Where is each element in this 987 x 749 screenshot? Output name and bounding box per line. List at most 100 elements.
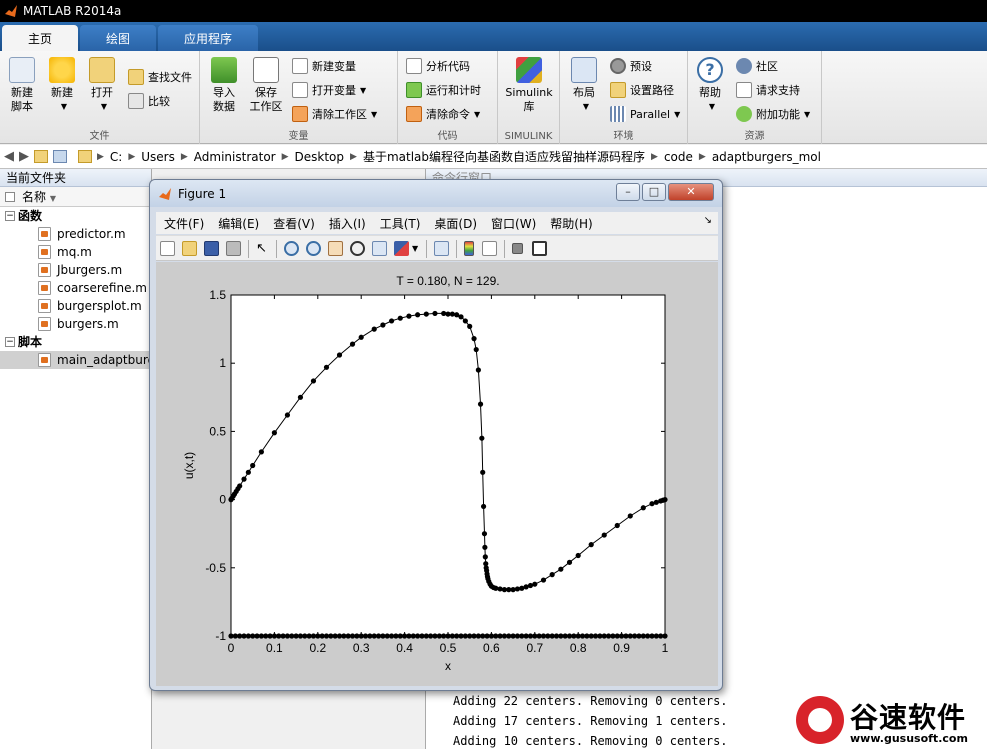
name-column-header[interactable]: 名称 ▼ (0, 187, 151, 207)
simulink-library-button[interactable]: Simulink 库 (504, 57, 554, 114)
colorbar-icon[interactable] (464, 241, 474, 256)
path-separator-icon[interactable]: ▶ (699, 152, 706, 162)
list-item[interactable]: burgers.m (0, 315, 151, 333)
new-script-button[interactable]: 新建 脚本 (0, 57, 44, 114)
list-item[interactable]: mq.m (0, 243, 151, 261)
path-separator-icon[interactable]: ▶ (181, 152, 188, 162)
toolbar-separator (248, 240, 249, 258)
forward-arrow-icon[interactable]: ▶ (19, 149, 29, 164)
menu-edit[interactable]: 编辑(E) (218, 215, 259, 232)
pointer-icon[interactable]: ↖ (254, 241, 269, 256)
list-item[interactable]: main_adaptburgers.m (0, 351, 189, 369)
legend-icon[interactable] (482, 241, 497, 256)
hide-plot-tools-icon[interactable] (512, 243, 523, 254)
dock-arrow-icon[interactable]: ↘ (704, 215, 712, 226)
addons-dropdown-icon[interactable]: ▼ (804, 110, 810, 119)
zoom-out-icon[interactable] (306, 241, 321, 256)
solution-point (480, 469, 486, 475)
section-scripts[interactable]: − 脚本 (0, 333, 151, 351)
menu-help[interactable]: 帮助(H) (550, 215, 592, 232)
parallel-button[interactable]: Parallel ▼ (610, 104, 680, 124)
save-workspace-button[interactable]: 保存 工作区 (244, 57, 288, 114)
open-file-icon[interactable] (182, 241, 197, 256)
address-bar[interactable]: ◀ ▶ ▶ C: ▶ Users ▶ Administrator ▶ Deskt… (0, 145, 987, 169)
path-separator-icon[interactable]: ▶ (128, 152, 135, 162)
minimize-button[interactable]: – (616, 183, 640, 201)
menu-tools[interactable]: 工具(T) (380, 215, 421, 232)
path-separator-icon[interactable]: ▶ (651, 152, 658, 162)
path-separator-icon[interactable]: ▶ (97, 152, 104, 162)
new-button[interactable]: 新建 ▼ (40, 57, 84, 114)
menu-window[interactable]: 窗口(W) (491, 215, 536, 232)
request-support-button[interactable]: 请求支持 (736, 80, 800, 100)
clear-commands-button[interactable]: 清除命令 ▼ (406, 104, 480, 124)
addons-button[interactable]: 附加功能 ▼ (736, 104, 810, 124)
current-folder-panel: 当前文件夹 名称 ▼ − 函数 predictor.m mq.m Jburger… (0, 169, 189, 749)
pan-hand-icon[interactable] (328, 241, 343, 256)
link-plot-icon[interactable] (434, 241, 449, 256)
rotate-3d-icon[interactable] (350, 241, 365, 256)
plot-area[interactable]: T = 0.180, N = 129. x u(x,t) 0 0.1 0.2 0.3 0.4 0… (156, 262, 718, 686)
community-button[interactable]: 社区 (736, 56, 778, 76)
save-icon[interactable] (204, 241, 219, 256)
x-tick-label: 0.2 (309, 641, 326, 655)
path-segment[interactable]: 基于matlab编程径向基函数自适应残留抽样源码程序 (363, 148, 645, 165)
collapse-icon[interactable]: − (5, 337, 15, 347)
show-plot-tools-icon[interactable] (532, 241, 547, 256)
up-folder-icon[interactable] (34, 150, 48, 163)
axes-box[interactable] (230, 294, 666, 637)
clear-commands-dropdown-icon[interactable]: ▼ (474, 110, 480, 119)
brush-dropdown-icon[interactable]: ▼ (412, 241, 420, 256)
list-item[interactable]: burgersplot.m (0, 297, 151, 315)
data-cursor-icon[interactable] (372, 241, 387, 256)
section-functions[interactable]: − 函数 (0, 207, 151, 225)
open-variable-button[interactable]: 打开变量 ▼ (292, 80, 366, 100)
collapse-icon[interactable]: − (5, 211, 15, 221)
help-button[interactable]: ? 帮助 ▼ (688, 57, 732, 114)
new-script-icon (9, 57, 35, 83)
path-separator-icon[interactable]: ▶ (282, 152, 289, 162)
select-all-checkbox[interactable] (5, 192, 15, 202)
preferences-button[interactable]: 预设 (610, 56, 652, 76)
parallel-dropdown-icon[interactable]: ▼ (674, 110, 680, 119)
clear-workspace-button[interactable]: 清除工作区 ▼ (292, 104, 377, 124)
import-data-button[interactable]: 导入 数据 (202, 57, 246, 114)
find-files-button[interactable]: 查找文件 (128, 67, 192, 87)
path-segment[interactable]: Users (141, 150, 175, 164)
back-arrow-icon[interactable]: ◀ (4, 149, 14, 164)
menu-file[interactable]: 文件(F) (164, 215, 204, 232)
menu-insert[interactable]: 插入(I) (329, 215, 366, 232)
layout-button[interactable]: 布局 ▼ (562, 57, 606, 114)
open-button[interactable]: 打开 ▼ (80, 57, 124, 114)
path-segment[interactable]: Desktop (295, 150, 345, 164)
new-variable-button[interactable]: 新建变量 (292, 56, 356, 76)
chart[interactable]: T = 0.180, N = 129. x u(x,t) 0 0.1 0.2 0.3 0.4 0… (156, 262, 718, 686)
new-figure-icon[interactable] (160, 241, 175, 256)
open-variable-dropdown-icon[interactable]: ▼ (360, 86, 366, 95)
zoom-in-icon[interactable] (284, 241, 299, 256)
tab-home[interactable]: 主页 (2, 25, 79, 51)
tab-apps[interactable]: 应用程序 (158, 25, 259, 51)
list-item[interactable]: Jburgers.m (0, 261, 151, 279)
brush-icon[interactable] (394, 241, 409, 256)
path-segment[interactable]: C: (110, 150, 122, 164)
close-button[interactable]: ✕ (668, 183, 714, 201)
compare-button[interactable]: 比较 (128, 91, 170, 111)
clear-workspace-dropdown-icon[interactable]: ▼ (371, 110, 377, 119)
run-and-time-button[interactable]: 运行和计时 (406, 80, 481, 100)
path-segment[interactable]: code (664, 150, 693, 164)
menu-view[interactable]: 查看(V) (273, 215, 315, 232)
path-separator-icon[interactable]: ▶ (350, 152, 357, 162)
set-path-button[interactable]: 设置路径 (610, 80, 674, 100)
browse-folder-icon[interactable] (53, 150, 67, 163)
list-item[interactable]: predictor.m (0, 225, 151, 243)
maximize-button[interactable]: □ (642, 183, 666, 201)
tab-plots[interactable]: 绘图 (80, 25, 157, 51)
print-icon[interactable] (226, 241, 241, 256)
list-item[interactable]: coarserefine.m (0, 279, 151, 297)
path-segment[interactable]: adaptburgers_mol (712, 150, 821, 164)
analyze-code-button[interactable]: 分析代码 (406, 56, 470, 76)
menu-desktop[interactable]: 桌面(D) (434, 215, 477, 232)
path-segment[interactable]: Administrator (194, 150, 276, 164)
clear-workspace-icon (292, 106, 308, 122)
